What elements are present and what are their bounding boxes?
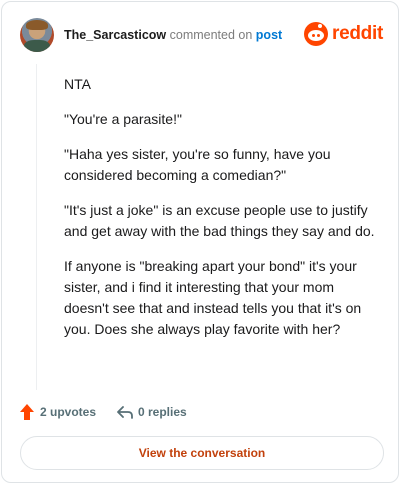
snoo-antenna	[318, 24, 322, 28]
byline-verb: commented on	[169, 28, 253, 42]
reddit-logo[interactable]: reddit	[304, 22, 384, 48]
snoo-eye-left	[312, 34, 315, 37]
byline: The_Sarcasticow commented on post	[64, 28, 282, 42]
avatar-hair	[26, 20, 48, 30]
avatar-body	[24, 40, 50, 52]
snoo-face	[308, 30, 324, 41]
reply-arrow-icon	[117, 406, 133, 419]
comment-paragraph: NTA	[64, 76, 91, 92]
comment-paragraph: "It's just a joke" is an excuse people u…	[64, 202, 375, 239]
reply-button[interactable]: 0 replies	[116, 402, 187, 422]
snoo-eye-right	[317, 34, 320, 37]
comment-actions: 2 upvotes 0 replies	[20, 402, 320, 422]
username-link[interactable]: The_Sarcasticow	[64, 28, 166, 42]
comment-paragraph: "Haha yes sister, you're so funny, have …	[64, 146, 331, 183]
post-link[interactable]: post	[256, 28, 282, 42]
thread-line	[36, 64, 37, 390]
view-conversation-button[interactable]: View the conversation	[20, 436, 384, 470]
upvote-button[interactable]: 2 upvotes	[20, 402, 96, 422]
comment-embed-card: The_Sarcasticow commented on post reddit…	[1, 1, 399, 483]
upvote-arrow-head	[20, 404, 34, 412]
upvote-arrow-icon	[20, 404, 34, 420]
logo-wordmark: reddit	[332, 23, 383, 44]
comment-paragraph: If anyone is "breaking apart your bond" …	[64, 258, 362, 337]
comment-paragraph: "You're a parasite!"	[64, 111, 182, 127]
reply-count: 0 replies	[138, 405, 187, 419]
comment-body: NTA "You're a parasite!" "Haha yes siste…	[64, 74, 379, 354]
upvote-count: 2 upvotes	[40, 405, 97, 419]
user-avatar[interactable]	[20, 18, 54, 52]
upvote-arrow-stem	[24, 412, 30, 420]
snoo-icon	[304, 22, 328, 46]
comment-header: The_Sarcasticow commented on post reddit	[20, 18, 384, 54]
